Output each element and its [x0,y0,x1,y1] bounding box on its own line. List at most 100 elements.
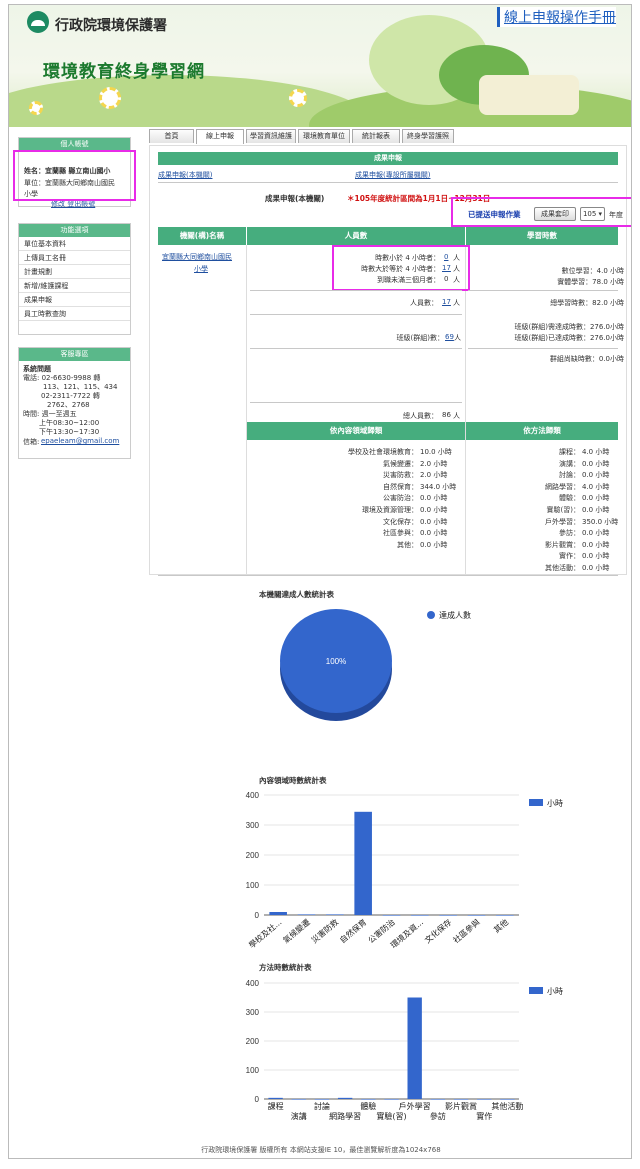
x-tick-label: 課程 [268,1101,284,1111]
y-tick-label: 0 [255,1095,260,1104]
method-row-label: 討論： [559,471,580,480]
org-name: 行政院環境保護署 [55,18,167,34]
method-row-label: 實作： [559,552,580,561]
tab-statistics[interactable]: 統計報表 [352,129,400,143]
method-row-value: 0.0 小時 [582,494,610,503]
bar [361,1099,376,1100]
content-row-label: 其他： [397,540,418,549]
content-row-value: 0.0 小時 [420,540,448,549]
menu-item-courses[interactable]: 新增/維護課程 [19,279,130,293]
bar [477,1099,492,1100]
method-row-label: 實驗(習)： [546,506,580,514]
method-row-label: 課程： [559,448,580,456]
x-tick-label: 實作 [476,1111,492,1121]
legend-label: 小時 [547,987,563,996]
content-row-label: 自然保育： [383,482,418,491]
pie-legend-marker [427,611,435,619]
people-count-label: 人員數： [410,299,438,307]
tab-env-edu-unit[interactable]: 環境教育單位 [298,129,350,143]
bar [500,1099,515,1100]
content-row-label: 學校及社會環境教育： [348,448,418,456]
y-tick-label: 0 [255,911,260,920]
legend-label: 小時 [547,799,563,808]
bar [314,1099,330,1100]
method-hours-bar-chart: 0 100 200 300 400 課程演講討論網路學習體驗實驗(習)戶外學習參訪影片觀賞… [246,979,563,1121]
x-tick-label: 其他活動 [491,1101,523,1111]
method-row-value: 4.0 小時 [582,482,610,491]
tab-learning-info[interactable]: 學習資訊維護 [246,129,296,143]
col-hours: 學習時數 [466,227,618,245]
class-required-hours: 班級(群組)需達成時數：276.0小時 [514,323,624,331]
x-tick-label: 學校及社... [247,917,284,950]
y-tick-label: 200 [246,851,260,860]
menu-item-unit-basic[interactable]: 單位基本資料 [19,237,130,251]
bar [430,1099,446,1100]
tab-passport[interactable]: 終身學習護照 [402,129,454,143]
report-title: 成果申報(本機關) [265,194,325,203]
y-tick-label: 100 [246,1066,260,1075]
method-header: 依方法歸類 [466,422,618,440]
menu-item-report[interactable]: 成果申報 [19,293,130,307]
service-panel: 客服專區 系統問題 電話: 02-6630-9988 轉 113、121、115… [18,347,131,459]
pie-chart: 100% 達成人數 [280,609,471,721]
class-count-label: 班級(群組)數： [396,334,444,342]
method-row-value: 0.0 小時 [582,564,610,572]
class-count-value[interactable]: 69 [445,333,454,341]
report-self-link[interactable]: 成果申報(本機關) [158,170,212,180]
report-subordinate-link[interactable]: 成果申報(專設所屬機關) [355,170,430,180]
total-people-label: 總人員數： [403,412,438,420]
pie-legend-label: 達成人數 [439,610,471,620]
content-row-value: 2.0 小時 [420,459,448,468]
content-row-value: 0.0 小時 [420,494,448,503]
highlight-people-counts [332,245,470,291]
x-tick-label: 文化保存 [423,917,454,945]
total-people-value: 86 [442,411,451,419]
method-row-label: 體驗： [559,494,580,503]
report-header: 成果申報 [158,152,618,165]
service-header: 客服專區 [19,348,130,361]
org-name-link-cont[interactable]: 小學 [194,264,208,274]
method-row-value: 0.0 小時 [582,540,610,549]
x-tick-label: 災害防救 [309,917,340,945]
content-row-label: 氣候變遷： [383,459,418,468]
service-email-link[interactable]: epaeleam@gmail.com [41,437,119,445]
banner: 行政院環境保護署 環境教育終身學習網 線上申報操作手冊 [9,5,631,127]
content-row-label: 環境及資源管理： [362,506,418,514]
people-count-value[interactable]: 17 [442,298,451,306]
org-name-link[interactable]: 宜蘭縣大同鄉南山國民 [162,252,232,262]
manual-link[interactable]: 線上申報操作手冊 [497,7,616,27]
x-tick-label: 實驗(習) [376,1111,406,1121]
x-tick-label: 其他 [491,917,510,935]
tab-online-report[interactable]: 線上申報 [196,129,244,144]
bar [269,912,287,915]
legend-marker [529,799,543,806]
content-row-value: 344.0 小時 [420,482,457,491]
content-row-value: 2.0 小時 [420,471,448,480]
content-row-value: 0.0 小時 [420,506,448,514]
menu-item-staff-hours[interactable]: 員工時數查詢 [19,307,130,321]
x-tick-label: 參訪 [430,1111,446,1121]
x-tick-label: 戶外學習 [399,1101,431,1111]
tab-home[interactable]: 首頁 [149,129,194,143]
highlight-submitted [451,197,631,227]
bar [467,915,486,916]
y-tick-label: 300 [246,821,260,830]
content-row-value: 10.0 小時 [420,448,452,456]
menu-item-upload-staff[interactable]: 上傳員工名冊 [19,251,130,265]
menu-header: 功能選項 [19,224,130,237]
x-tick-label: 討論 [314,1101,330,1111]
method-row-label: 網路學習： [545,482,580,491]
col-org-name: 機關(構)名稱 [158,227,246,245]
service-line: 信箱: [23,438,40,446]
menu-item-plan[interactable]: 計畫規劃 [19,265,130,279]
y-tick-label: 400 [246,979,260,988]
method-row-label: 其他活動： [545,564,580,572]
y-tick-label: 200 [246,1037,260,1046]
class-done-hours: 班級(群組)已達成時數：276.0小時 [514,334,624,342]
content-hours-bar-chart: 0100200300400學校及社...氣候變遷災害防救自然保育公害防治環境及資… [246,791,563,950]
epa-logo-icon [27,11,49,33]
content-domain-header: 依內容領域歸類 [247,422,465,440]
unit-person: 人 [453,412,460,420]
unit-person: 人 [454,334,461,342]
bar [496,915,514,916]
